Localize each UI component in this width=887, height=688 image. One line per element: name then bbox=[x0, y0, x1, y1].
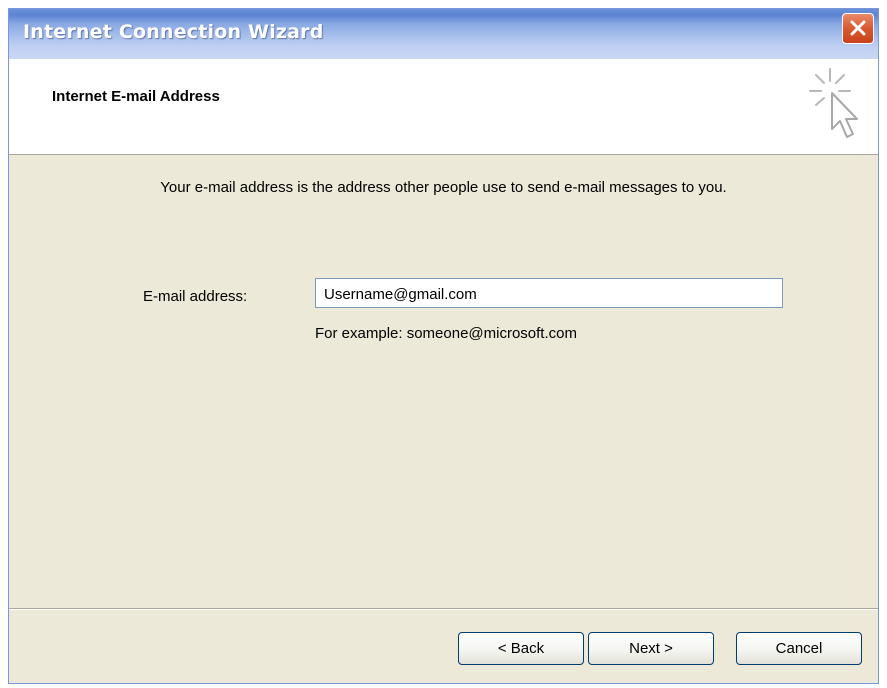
next-button[interactable]: Next > bbox=[588, 632, 714, 665]
close-button[interactable] bbox=[842, 13, 874, 44]
wizard-window: Internet Connection Wizard Internet E-ma… bbox=[8, 8, 879, 684]
description-text: Your e-mail address is the address other… bbox=[160, 179, 727, 196]
wizard-cursor-icon bbox=[809, 68, 858, 138]
footer-divider bbox=[9, 608, 878, 610]
close-icon bbox=[850, 20, 866, 36]
title-bar[interactable]: Internet Connection Wizard bbox=[9, 9, 878, 59]
example-text: For example: someone@microsoft.com bbox=[315, 325, 577, 342]
back-button[interactable]: < Back bbox=[458, 632, 584, 665]
page-title: Internet E-mail Address bbox=[52, 88, 220, 105]
cancel-button[interactable]: Cancel bbox=[736, 632, 862, 665]
window-title: Internet Connection Wizard bbox=[23, 21, 324, 43]
wizard-header: Internet E-mail Address bbox=[9, 59, 878, 155]
email-label: E-mail address: bbox=[143, 288, 248, 305]
email-address-input[interactable] bbox=[315, 278, 783, 308]
